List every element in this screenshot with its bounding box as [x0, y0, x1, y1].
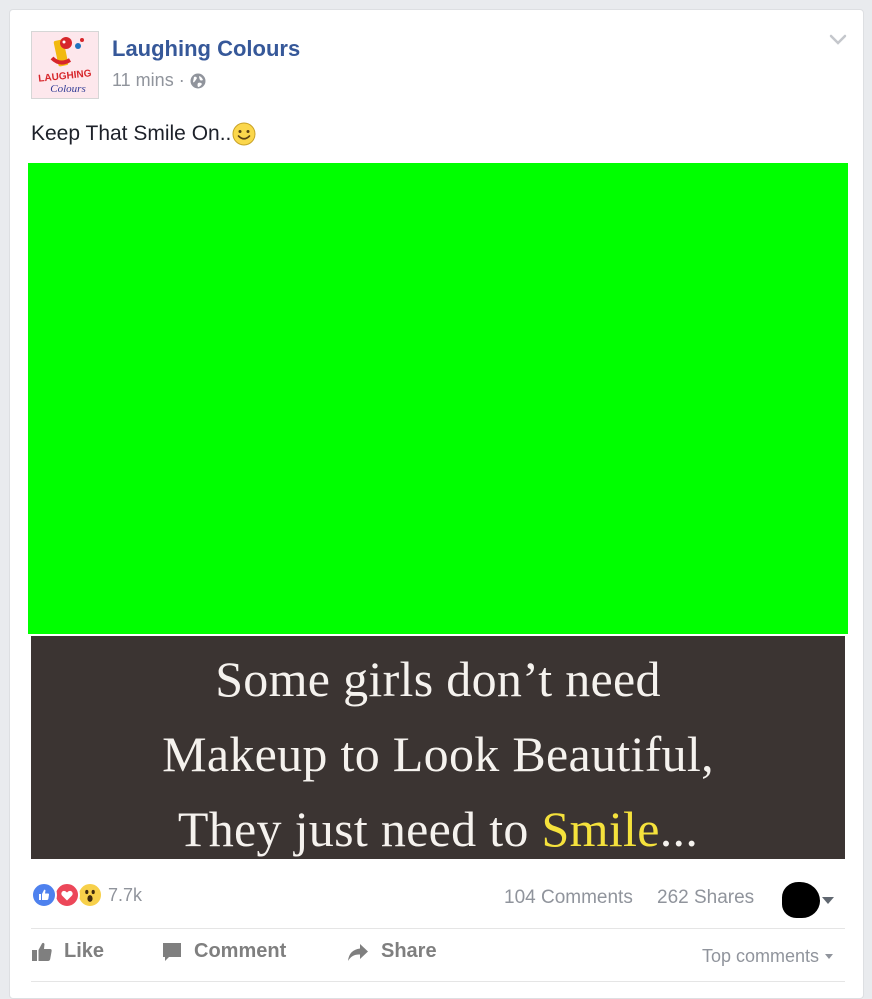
- caret-down-icon: [822, 896, 834, 904]
- post-text: Keep That Smile On..: [31, 122, 256, 146]
- globe-icon[interactable]: [190, 73, 206, 89]
- share-arrow-icon: [348, 943, 368, 961]
- comment-button-label: Comment: [194, 940, 287, 962]
- comments-count-link[interactable]: 104 Comments: [504, 887, 633, 909]
- quote-line-3-prefix: They just need to: [177, 801, 542, 857]
- quote-line-1: Some girls don’t need: [215, 651, 661, 707]
- smile-icon: [232, 122, 256, 146]
- profile-selector[interactable]: [782, 882, 834, 918]
- post-card: LAUGHING Colours Laughing Colours 11 min…: [9, 9, 864, 999]
- logo-line-2: Colours: [50, 83, 85, 95]
- actions-divider: [31, 928, 845, 929]
- post-image-placeholder[interactable]: [28, 163, 848, 634]
- top-comments-label: Top comments: [702, 946, 820, 966]
- laughing-colours-logo: LAUGHING Colours: [32, 32, 98, 98]
- reaction-count: 7.7k: [108, 884, 143, 905]
- page-avatar[interactable]: LAUGHING Colours: [31, 31, 99, 99]
- quote-image[interactable]: Some girls don’t need Makeup to Look Bea…: [31, 636, 845, 859]
- share-button[interactable]: Share: [346, 940, 437, 963]
- shares-count-link[interactable]: 262 Shares: [657, 887, 754, 909]
- post-text-content: Keep That Smile On..: [31, 122, 232, 145]
- chevron-down-icon[interactable]: [829, 34, 847, 46]
- reactions-summary[interactable]: 7.7k: [31, 882, 142, 908]
- top-comments-dropdown[interactable]: Top comments: [702, 946, 834, 967]
- like-button-label: Like: [64, 940, 105, 962]
- comment-icon: [163, 942, 181, 961]
- quote-line-3: They just need to Smile...: [31, 792, 845, 867]
- thumbs-up-icon: [32, 942, 52, 961]
- redacted-avatar: [782, 882, 820, 918]
- like-button[interactable]: Like: [31, 940, 104, 963]
- love-reaction-icon: [54, 882, 80, 908]
- quote-highlight-word: Smile: [541, 801, 660, 857]
- quote-line-3-suffix: ...: [659, 801, 699, 857]
- like-reaction-icon: [31, 882, 57, 908]
- quote-line-2: Makeup to Look Beautiful,: [162, 726, 714, 782]
- post-timestamp[interactable]: 11 mins: [112, 70, 174, 91]
- wow-reaction-icon: [77, 882, 103, 908]
- post-meta: 11 mins ·: [112, 70, 206, 91]
- top-comments-caret-icon: [825, 954, 834, 959]
- comments-divider: [31, 981, 845, 982]
- meta-separator: ·: [178, 70, 185, 90]
- comment-button[interactable]: Comment: [161, 940, 286, 963]
- share-button-label: Share: [381, 940, 437, 962]
- page-name-link[interactable]: Laughing Colours: [112, 36, 300, 62]
